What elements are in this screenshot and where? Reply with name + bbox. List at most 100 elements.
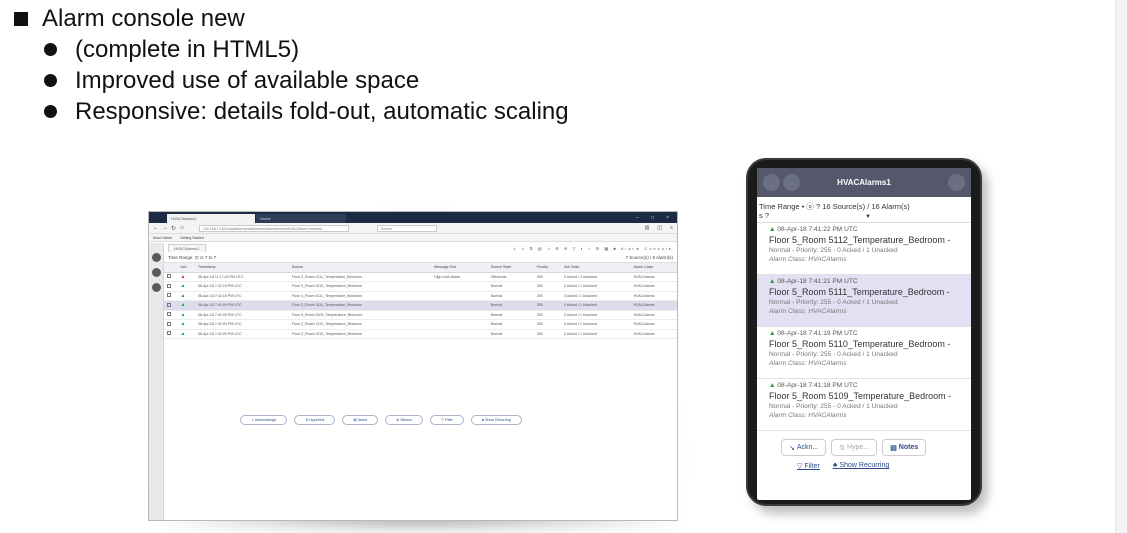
time-count: 7 to 7 bbox=[204, 255, 217, 260]
tablet-secondary-buttons: ▽ Filter ♣ Show Recurring bbox=[757, 456, 971, 470]
table-row[interactable]: ▲ 08-Apr-18 11:17:40 PM UTC Floor 2_Room 2… bbox=[164, 272, 677, 282]
acknowledge-button[interactable]: ↘ Ackn... bbox=[781, 439, 827, 456]
notes-button[interactable]: ▤ Notes bbox=[882, 439, 927, 456]
bullet-sub-text: Responsive: details fold-out, automatic … bbox=[75, 98, 569, 125]
home-icon[interactable]: ⌂ bbox=[180, 225, 189, 231]
table-cell bbox=[164, 281, 178, 292]
notes-button[interactable]: ▤ Notes bbox=[342, 415, 379, 425]
url-bar[interactable]: 192.168.1.140/vsdplatform/pwls/fbrkanv/A… bbox=[199, 224, 349, 232]
column-header[interactable] bbox=[164, 263, 178, 273]
list-item[interactable]: ▲ 08-Apr-18 7:41:19 PM UTC Floor 5_Room 5… bbox=[757, 327, 971, 379]
show-recurring-button[interactable]: ♣ Show Recurring bbox=[829, 462, 893, 470]
table-cell-cls: HVACAlarms bbox=[630, 272, 677, 282]
filter-button[interactable]: ▽ Filter bbox=[430, 415, 464, 425]
column-header[interactable]: Info bbox=[177, 263, 195, 273]
table-cell-ack: 0 Acked / 1 Unacked bbox=[561, 329, 631, 339]
table-row[interactable]: ▲ 08-Apr-18 7:41:09 PM UTC Floor 3_Room 31… bbox=[164, 300, 677, 311]
list-item[interactable]: ▲ 08-Apr-18 7:41:22 PM UTC Floor 5_Room 5… bbox=[757, 223, 971, 275]
list-item[interactable]: ▲ 08-Apr-18 7:41:18 PM UTC Floor 5_Room 5… bbox=[757, 379, 971, 431]
table-cell-cls: HVACAlarms bbox=[630, 291, 677, 301]
clock-icon[interactable]: ⊡ ⊙ bbox=[192, 255, 205, 261]
time-range-label[interactable]: Time Range bbox=[168, 255, 192, 260]
table-cell-ts: 08-Apr-18 7:41:00 PM UTC bbox=[194, 329, 289, 339]
app-console-label[interactable]: Alarm Console bbox=[621, 246, 673, 251]
nav-circle-icon[interactable] bbox=[151, 253, 161, 262]
table-cell-pri: 255 bbox=[533, 300, 562, 311]
alarm-source: Floor 5_Room 5112_Temperature_Bedroom - bbox=[769, 235, 951, 245]
alarm-timestamp: ▲ 08-Apr-18 7:41:22 PM UTC bbox=[769, 226, 965, 234]
reload-icon[interactable]: ↻ bbox=[171, 225, 180, 232]
desktop-browser-window: HVACAlarms1 Home – □ × ← → ↻ ⌂ 192.168.1… bbox=[148, 211, 678, 521]
library-icon[interactable]: ▥ bbox=[645, 225, 650, 231]
table-cell-src: Floor 4_Room 4111_Temperature_Bedroom bbox=[288, 291, 432, 301]
column-header[interactable]: Timestamp bbox=[194, 263, 289, 273]
tab-label: Home bbox=[260, 216, 271, 221]
row-checkbox[interactable] bbox=[167, 331, 171, 336]
row-checkbox[interactable] bbox=[167, 321, 171, 326]
back-icon[interactable]: ← bbox=[153, 225, 162, 231]
list-item[interactable]: ▲ 08-Apr-18 7:41:21 PM UTC Floor 5_Room 5… bbox=[757, 275, 971, 327]
row-checkbox[interactable] bbox=[167, 293, 171, 298]
table-row[interactable]: ▲ 08-Apr-18 7:41:18 PM UTC Floor 4_Room 41… bbox=[164, 291, 677, 301]
forward-icon[interactable]: → bbox=[162, 225, 171, 231]
close-icon[interactable]: × bbox=[666, 215, 669, 221]
table-cell-ts: 08-Apr-18 7:41:19 PM UTC bbox=[194, 281, 289, 292]
minimize-icon[interactable]: – bbox=[636, 215, 639, 221]
column-header[interactable]: Source bbox=[288, 263, 432, 273]
tablet-filter-row[interactable]: Time Range • ⓞ ? 16 Source(s) / 16 Alarm… bbox=[757, 197, 971, 223]
table-cell-state: Normal bbox=[487, 319, 534, 330]
table-cell-cls: HVACAlarms bbox=[630, 319, 677, 330]
alarm-green-icon: ▲ bbox=[769, 226, 776, 233]
button-label: Hype... bbox=[847, 444, 870, 451]
column-header[interactable]: Ack State bbox=[561, 263, 631, 273]
table-row[interactable]: ▲ 08-Apr-18 7:41:04 PM UTC Floor 2_Room 21… bbox=[164, 319, 677, 330]
button-label: Show Recurring bbox=[485, 418, 511, 422]
search-input[interactable]: Search bbox=[377, 224, 437, 232]
row-checkbox[interactable] bbox=[167, 283, 171, 288]
alarm-console-app: HVACAlarms1 ↘ ↘ ⇅ ▤ ↘ ☰ ⊕ ▽ ◐ ○ ⚙ ▦ ♣ Al… bbox=[149, 243, 677, 520]
search-circle-icon[interactable] bbox=[783, 174, 800, 191]
table-header-row: Info Timestamp Source Message Text Source St… bbox=[164, 263, 677, 273]
table-cell: ▲ bbox=[177, 291, 195, 301]
app-tab[interactable]: HVACAlarms1 bbox=[168, 244, 206, 252]
nav-circle-icon[interactable] bbox=[151, 268, 161, 277]
maximize-icon[interactable]: □ bbox=[651, 215, 654, 221]
row-checkbox[interactable] bbox=[167, 312, 171, 317]
table-cell-msg bbox=[431, 291, 488, 301]
table-cell-ts: 08-Apr-18 7:41:18 PM UTC bbox=[194, 291, 289, 301]
table-cell-ts: 08-Apr-18 7:41:09 PM UTC bbox=[194, 300, 289, 311]
bookmark-item[interactable]: Getting Started bbox=[180, 236, 204, 240]
alarm-class: Alarm Class: HVACAlarms bbox=[769, 308, 847, 315]
browser-tab-home[interactable]: Home bbox=[256, 214, 346, 223]
menu-icon[interactable]: ≡ bbox=[670, 225, 673, 231]
bullet-main: Alarm console new bbox=[14, 4, 569, 34]
table-row[interactable]: ▲ 08-Apr-18 7:41:19 PM UTC Floor 5_Room 51… bbox=[164, 281, 677, 292]
dropdown-caret-icon[interactable]: ▼ bbox=[865, 213, 871, 222]
options-circle-icon[interactable] bbox=[948, 174, 965, 191]
filter-button[interactable]: ▽ Filter bbox=[793, 462, 824, 470]
acknowledge-button[interactable]: ↘ Acknowledge bbox=[240, 415, 288, 425]
show-recurring-button[interactable]: ♣ Show Recurring bbox=[470, 415, 522, 425]
nav-circle-icon[interactable] bbox=[151, 283, 161, 292]
table-cell-src: Floor 2_Room 2110_Temperature_Bedroom bbox=[288, 329, 432, 339]
browser-tab-alarms[interactable]: HVACAlarms1 bbox=[167, 214, 255, 223]
alarm-state: Normal - Priority: 255 - 0 Acked / 1 Una… bbox=[769, 299, 898, 306]
column-header[interactable]: Priority bbox=[533, 263, 562, 273]
row-checkbox[interactable] bbox=[167, 274, 171, 279]
column-header[interactable]: Message Text bbox=[431, 263, 488, 273]
table-cell bbox=[164, 329, 178, 339]
table-row[interactable]: ▲ 08-Apr-18 7:41:00 PM UTC Floor 2_Room 21… bbox=[164, 329, 677, 339]
column-header[interactable]: Source State bbox=[487, 263, 534, 273]
row-checkbox[interactable] bbox=[167, 302, 171, 307]
column-header[interactable]: Alarm Class bbox=[630, 263, 677, 273]
menu-circle-icon[interactable] bbox=[763, 174, 780, 191]
sidebar-icon[interactable]: ◫ bbox=[657, 225, 662, 231]
table-row[interactable]: ▲ 08-Apr-18 7:41:05 PM UTC Floor 5_Room 51… bbox=[164, 310, 677, 320]
hyperlink-button[interactable]: ⇅ Hyperlink bbox=[294, 415, 336, 425]
bookmark-item[interactable]: Most Visited bbox=[153, 236, 172, 240]
table-cell-ack: 0 Acked / 1 Unacked bbox=[561, 319, 631, 330]
silence-button[interactable]: ⊕ Silence bbox=[385, 415, 424, 425]
table-cell-pri: 255 bbox=[533, 281, 562, 292]
hyperlink-button[interactable]: ⇅ Hype... bbox=[831, 439, 878, 456]
button-label: Notes bbox=[898, 444, 919, 451]
